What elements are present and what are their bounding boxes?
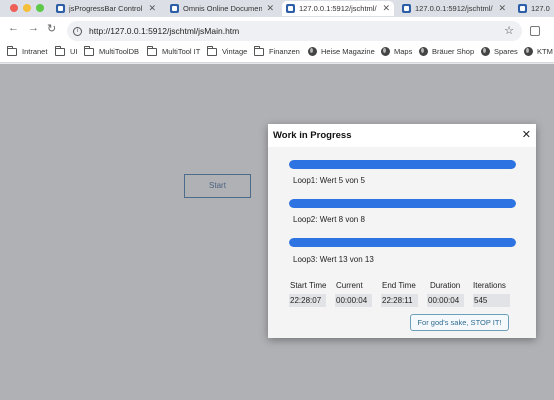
- bookmark-label: Heise Magazine: [321, 47, 375, 56]
- close-icon[interactable]: ✕: [498, 3, 506, 14]
- loop-label: Loop1: Wert 5 von 5: [293, 176, 365, 185]
- reload-icon[interactable]: ↻: [47, 22, 56, 35]
- end-time-value: 22:28:11: [381, 294, 418, 307]
- bookmarks-bar: Intranet UI MultiToolDB MultiTool IT Vin…: [0, 44, 554, 63]
- page-favicon-icon: [170, 4, 179, 13]
- site-info-icon[interactable]: i: [73, 26, 82, 36]
- start-button[interactable]: Start: [184, 174, 251, 198]
- iterations-value: 545: [473, 294, 510, 307]
- bookmark-folder[interactable]: MultiToolDB: [84, 45, 140, 56]
- folder-icon: [147, 45, 157, 56]
- progress-dialog: Work in Progress ✕ Loop1: Wert 5 von 5 L…: [268, 124, 536, 338]
- globe-icon: [524, 47, 533, 56]
- back-icon[interactable]: ←: [8, 22, 19, 34]
- bookmark-folder[interactable]: MultiTool IT: [147, 45, 201, 56]
- progress-bar: [289, 160, 516, 169]
- tab-title: jsProgressBar Control: [69, 4, 143, 13]
- forward-icon[interactable]: →: [28, 22, 39, 34]
- progress-bar: [289, 199, 516, 208]
- page-favicon-icon: [402, 4, 411, 13]
- bookmark-link[interactable]: KTM: [524, 47, 553, 56]
- browser-tab[interactable]: Omnis Online Documen ✕: [166, 1, 278, 16]
- bookmark-label: Maps: [394, 47, 413, 56]
- maximize-window-icon[interactable]: [36, 4, 44, 12]
- globe-icon: [381, 47, 390, 56]
- bookmark-link[interactable]: Heise Magazine: [308, 47, 375, 56]
- globe-icon: [419, 47, 428, 56]
- browser-tab[interactable]: jsProgressBar Control ✕: [52, 1, 160, 16]
- progress-fill: [289, 160, 516, 169]
- duration-header: Duration: [430, 281, 461, 290]
- tab-title: 127.0.0.1:5912/jschtml/: [531, 4, 550, 13]
- bookmark-link[interactable]: Maps: [381, 47, 412, 56]
- address-bar[interactable]: i http://127.0.0.1:5912/jschtml/jsMain.h…: [67, 21, 522, 41]
- folder-icon: [254, 45, 264, 56]
- start-time-header: Start Time: [290, 281, 327, 290]
- current-header: Current: [336, 281, 363, 290]
- navigation-bar: ← → ↻ i http://127.0.0.1:5912/jschtml/js…: [0, 17, 554, 44]
- tab-title: 127.0.0.1:5912/jschtml/: [415, 4, 493, 13]
- bookmark-folder[interactable]: Vintage: [207, 45, 248, 56]
- dialog-title: Work in Progress: [273, 130, 352, 141]
- close-icon[interactable]: ✕: [266, 3, 274, 14]
- loop-label: Loop3: Wert 13 von 13: [293, 255, 374, 264]
- progress-fill: [289, 238, 516, 247]
- folder-icon: [7, 45, 17, 56]
- page-favicon-icon: [518, 4, 527, 13]
- tab-title: Omnis Online Documen: [183, 4, 263, 13]
- extension-icon[interactable]: [530, 26, 540, 36]
- folder-icon: [84, 45, 94, 56]
- globe-icon: [308, 47, 317, 56]
- close-window-icon[interactable]: [10, 4, 18, 12]
- duration-value: 00:00:04: [427, 294, 464, 307]
- folder-icon: [55, 45, 65, 56]
- progress-fill: [289, 199, 516, 208]
- browser-tab-active[interactable]: 127.0.0.1:5912/jschtml/ ✕: [282, 1, 394, 16]
- loop-label: Loop2: Wert 8 von 8: [293, 215, 365, 224]
- bookmark-link[interactable]: Spares: [481, 47, 518, 56]
- close-icon[interactable]: ✕: [148, 3, 156, 14]
- bookmark-label: Spares: [494, 47, 518, 56]
- bookmark-label: MultiTool IT: [162, 47, 201, 56]
- bookmark-label: Bräuer Shop: [432, 47, 475, 56]
- progress-bar: [289, 238, 516, 247]
- bookmark-folder[interactable]: Finanzen: [254, 45, 300, 56]
- bookmark-star-icon[interactable]: ☆: [504, 24, 514, 37]
- bookmark-folder[interactable]: Intranet: [7, 45, 48, 56]
- bookmark-label: Vintage: [222, 47, 248, 56]
- browser-tab[interactable]: 127.0.0.1:5912/jschtml/ ✕: [398, 1, 510, 16]
- bookmark-label: UI: [70, 47, 78, 56]
- bookmark-label: MultiToolDB: [99, 47, 140, 56]
- close-icon[interactable]: ✕: [382, 3, 390, 14]
- iterations-header: Iterations: [473, 281, 506, 290]
- dialog-body: Loop1: Wert 5 von 5 Loop2: Wert 8 von 8 …: [268, 147, 536, 338]
- dialog-header: Work in Progress ✕: [268, 124, 536, 146]
- stop-button[interactable]: For god's sake, STOP IT!: [410, 314, 509, 331]
- current-value: 00:00:04: [335, 294, 372, 307]
- page-favicon-icon: [56, 4, 65, 13]
- tab-strip: jsProgressBar Control ✕ Omnis Online Doc…: [0, 0, 554, 17]
- bookmark-folder[interactable]: UI: [55, 45, 78, 56]
- bookmark-link[interactable]: Bräuer Shop: [419, 47, 474, 56]
- page-favicon-icon: [286, 4, 295, 13]
- close-icon[interactable]: ✕: [522, 128, 531, 141]
- globe-icon: [481, 47, 490, 56]
- minimize-window-icon[interactable]: [23, 4, 31, 12]
- bookmark-label: KTM: [537, 47, 553, 56]
- folder-icon: [207, 45, 217, 56]
- browser-tab[interactable]: 127.0.0.1:5912/jschtml/: [514, 1, 554, 16]
- bookmark-label: Finanzen: [269, 47, 300, 56]
- bookmark-label: Intranet: [22, 47, 48, 56]
- tab-title: 127.0.0.1:5912/jschtml/: [299, 4, 377, 13]
- start-time-value: 22:28:07: [289, 294, 326, 307]
- end-time-header: End Time: [382, 281, 416, 290]
- url-text[interactable]: http://127.0.0.1:5912/jschtml/jsMain.htm: [89, 26, 239, 36]
